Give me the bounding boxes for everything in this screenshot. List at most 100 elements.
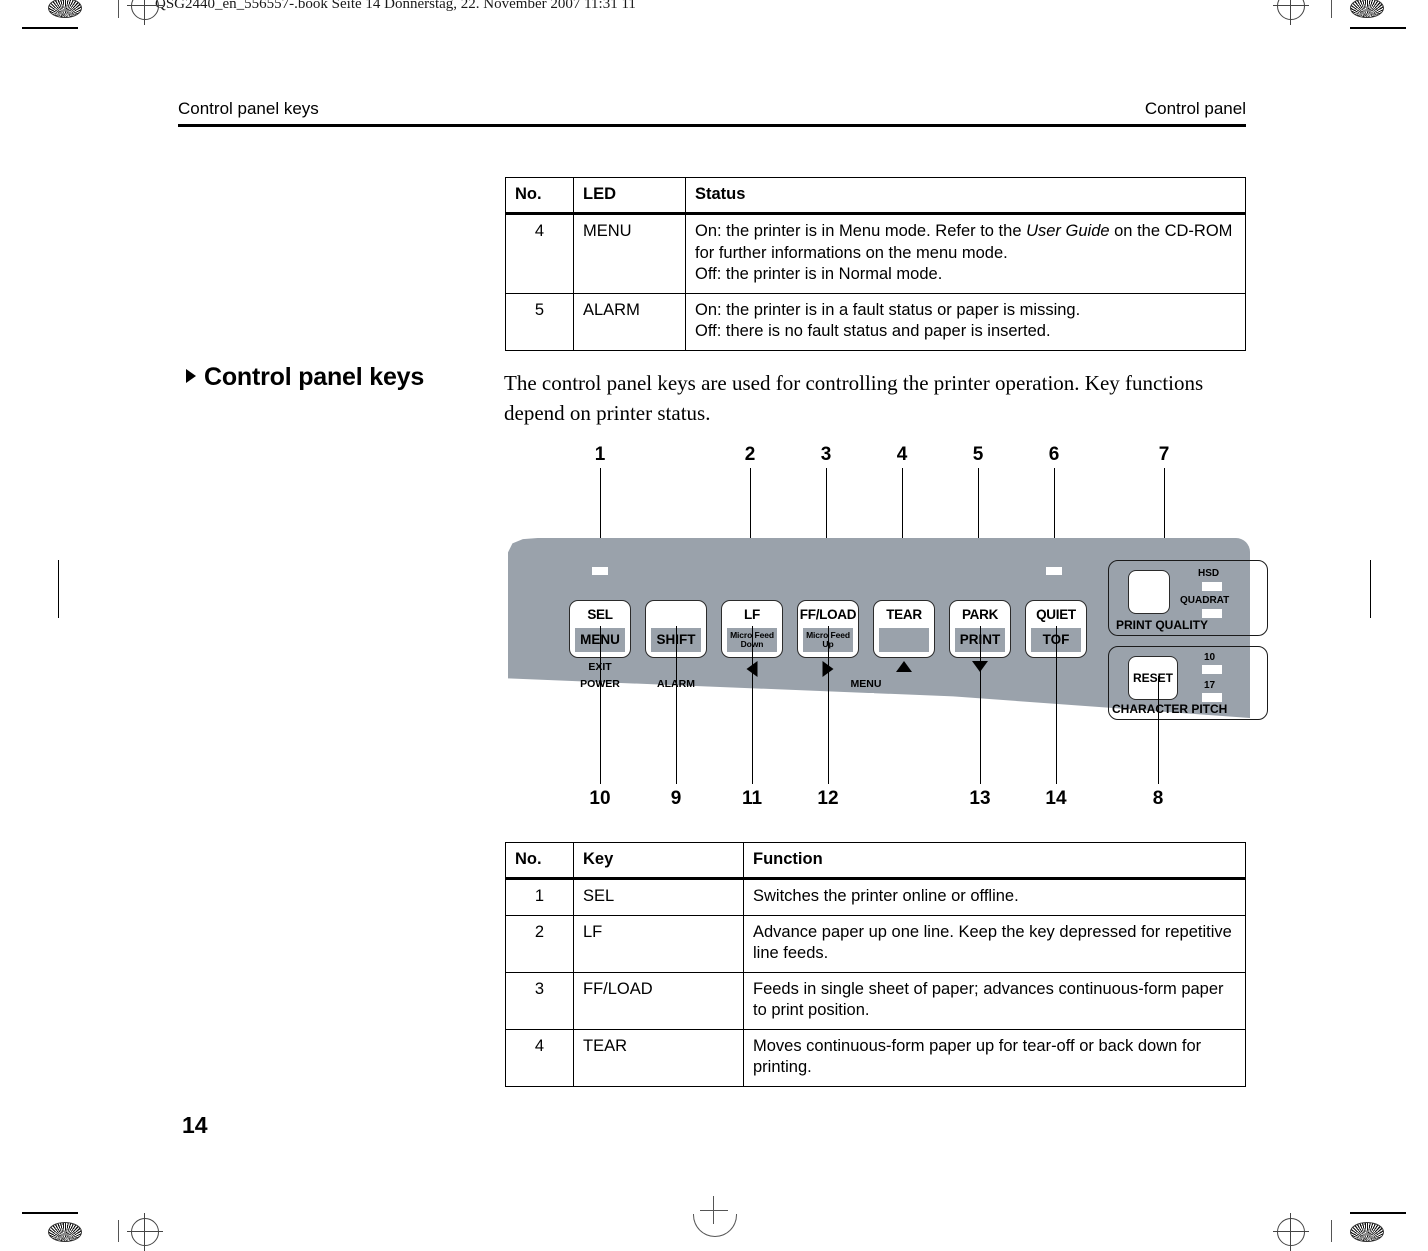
key-tear-low-label [879, 628, 929, 652]
character-pitch-reset-button[interactable]: RESET [1128, 656, 1178, 700]
led-indicator-pitch-17 [1202, 693, 1222, 702]
cell-status: On: the printer is in a fault status or … [685, 292, 1246, 351]
status-text-pre: On: the printer is in a fault status or … [695, 300, 1081, 319]
callout-number-13: 13 [969, 788, 991, 809]
registration-mark-top-left [38, 40, 72, 74]
status-text-line2: Off: there is no fault status and paper … [695, 322, 1051, 341]
label-menu: MENU [850, 678, 882, 690]
led-indicator-pitch-10 [1202, 665, 1222, 674]
callout-number-4: 4 [896, 444, 908, 465]
circle-cross-mark-bottom-right [1273, 1213, 1309, 1251]
callout-number-12: 12 [817, 788, 839, 809]
print-quality-button[interactable] [1128, 570, 1170, 614]
trim-line-top-right-horizontal [1350, 27, 1406, 29]
callout-line-11 [752, 626, 753, 784]
key-tear[interactable]: TEAR [873, 600, 935, 658]
table-row: 5 ALARM On: the printer is in a fault st… [505, 292, 1246, 351]
led-indicator-hsd [1202, 582, 1222, 591]
trim-line-bottom-right-horizontal [1350, 1212, 1406, 1214]
intro-paragraph: The control panel keys are used for cont… [504, 371, 1204, 425]
key-lf-top-label: LF [744, 606, 760, 622]
tick-mark-bottom-left [118, 1220, 119, 1242]
callout-line-14 [1056, 626, 1057, 784]
status-text-pre: On: the printer is in Menu mode. Refer t… [695, 222, 1027, 241]
running-head-rule [178, 124, 1246, 127]
cell-function: Advance paper up one line. Keep the key … [743, 914, 1246, 973]
column-header-status: Status [685, 176, 1246, 216]
registration-mark-bottom-left [38, 1160, 72, 1194]
key-ff-load-top-label: FF/LOAD [799, 606, 857, 622]
led-indicator-top-quiet [1046, 567, 1062, 575]
column-header-function: Function [743, 841, 1246, 881]
led-status-table: No. LED Status 4 MENU On: the printer is… [505, 176, 1246, 351]
callout-number-14: 14 [1045, 788, 1067, 809]
circle-cross-mark-top-right [1273, 0, 1309, 25]
print-quality-option-quadrate: QUADRAT [1180, 595, 1230, 606]
table-row: 4 TEAR Moves continuous-form paper up fo… [505, 1028, 1246, 1087]
cell-led: ALARM [573, 292, 686, 351]
key-function-table: No. Key Function 1 SEL Switches the prin… [505, 841, 1246, 1087]
cell-no: 4 [505, 1028, 574, 1087]
tick-mark-bottom-right [1331, 1220, 1332, 1242]
cell-status: On: the printer is in Menu mode. Refer t… [685, 213, 1246, 294]
table-row: 3 FF/LOAD Feeds in single sheet of paper… [505, 971, 1246, 1030]
cell-no: 2 [505, 914, 574, 973]
cell-no: 4 [505, 213, 574, 294]
arc-mark-bottom-center [693, 1214, 737, 1237]
cell-function: Feeds in single sheet of paper; advances… [743, 971, 1246, 1030]
cell-function: Switches the printer online or offline. [743, 878, 1246, 916]
print-quality-option-hsd: HSD [1198, 568, 1220, 579]
callout-number-1: 1 [594, 444, 606, 465]
led-indicator-top-sel [592, 567, 608, 575]
cell-no: 1 [505, 878, 574, 916]
registration-mark-middle-right [1354, 602, 1388, 636]
registration-mark-bottom-right [1356, 1160, 1390, 1194]
section-heading-label: Control panel keys [204, 363, 425, 391]
status-text-line2: Off: the printer is in Normal mode. [695, 265, 943, 284]
led-indicator-quadrate [1202, 609, 1222, 618]
callout-line-13 [980, 626, 981, 784]
trim-line-bottom-left-horizontal [22, 1212, 78, 1214]
trim-line-top-left-horizontal [22, 27, 78, 29]
character-pitch-option-10: 10 [1204, 652, 1216, 663]
status-text-italic: User Guide [1026, 222, 1110, 241]
cell-key: LF [573, 914, 744, 973]
cell-key: FF/LOAD [573, 971, 744, 1030]
book-file-header: QSG2440_en_556557-.book Seite 14 Donners… [155, 0, 636, 12]
led-indicator-menu [858, 693, 874, 701]
callout-number-5: 5 [972, 444, 984, 465]
column-header-key: Key [573, 841, 744, 881]
callout-number-10: 10 [589, 788, 611, 809]
arrow-up-icon [896, 661, 912, 672]
callout-line-12 [828, 626, 829, 784]
print-quality-label: PRINT QUALITY [1116, 618, 1208, 632]
character-pitch-label: CHARACTER PITCH [1112, 702, 1228, 716]
key-shift-top-label [646, 601, 706, 627]
column-header-led: LED [573, 176, 686, 216]
callout-number-7: 7 [1158, 444, 1170, 465]
key-tear-top-label: TEAR [886, 606, 922, 622]
table-header-row: No. Key Function [505, 841, 1246, 881]
registration-mark-middle-left [42, 602, 76, 636]
page-number: 14 [182, 1112, 208, 1138]
cell-key: SEL [573, 878, 744, 916]
section-heading: Control panel keys [186, 363, 486, 391]
cell-no: 3 [505, 971, 574, 1030]
table-row: 2 LF Advance paper up one line. Keep the… [505, 914, 1246, 973]
key-park-top-label: PARK [961, 606, 999, 622]
table-row: 4 MENU On: the printer is in Menu mode. … [505, 213, 1246, 294]
halftone-mark-bottom-right [1350, 1222, 1384, 1242]
callout-line-9 [676, 626, 677, 784]
tick-mark-top-right [1331, 0, 1332, 18]
callout-number-6: 6 [1048, 444, 1060, 465]
callout-number-3: 3 [820, 444, 832, 465]
triangle-bullet-icon [186, 369, 196, 383]
cell-led: MENU [573, 213, 686, 294]
callout-line-8 [1158, 676, 1159, 784]
callout-line-10 [600, 626, 601, 784]
control-panel-figure: 1 2 3 4 5 6 7 SEL MENU SHIFT LF Micro Fe… [504, 440, 1268, 820]
table-header-row: No. LED Status [505, 176, 1246, 216]
table-row: 1 SEL Switches the printer online or off… [505, 878, 1246, 916]
character-pitch-option-17: 17 [1204, 680, 1216, 691]
halftone-mark-top-left [48, 0, 82, 18]
